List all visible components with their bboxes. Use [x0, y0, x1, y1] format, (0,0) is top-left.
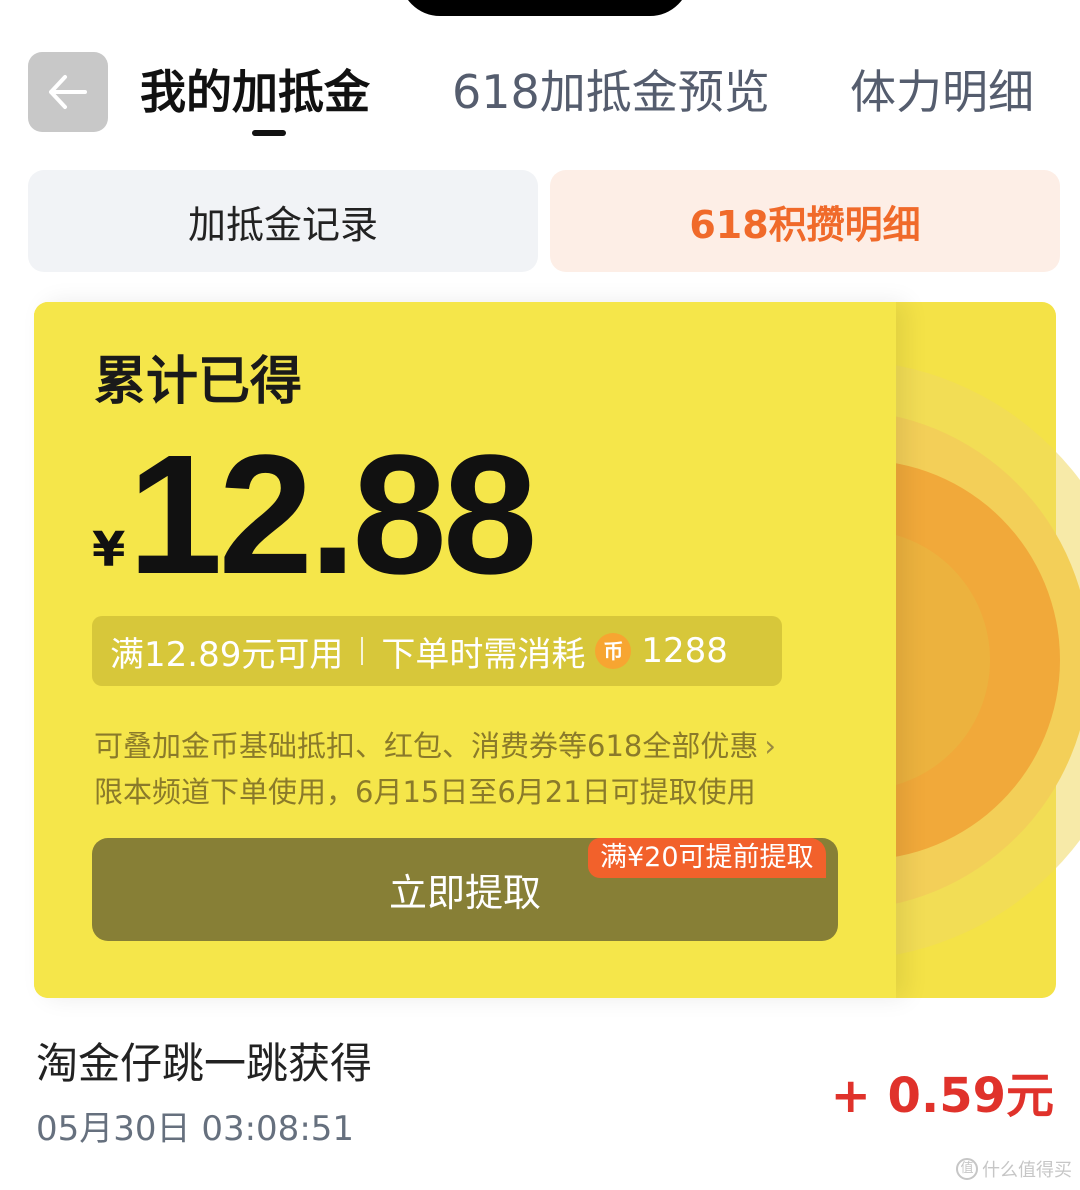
tab-my-credit[interactable]: 我的加抵金 [140, 62, 370, 122]
record-amount: + 0.59元 [830, 1068, 1054, 1124]
early-claim-badge: 满¥20可提前提取 [588, 838, 826, 878]
card-title: 累计已得 [94, 352, 303, 412]
gold-coin-icon: 币 [595, 633, 632, 669]
active-tab-indicator [252, 130, 286, 136]
currency-symbol: ¥ [92, 522, 126, 578]
tab-stamina-detail[interactable]: 体力明细 [850, 62, 1034, 122]
chevron-right-icon: › [764, 729, 776, 763]
usage-period-text: 限本频道下单使用，6月15日至6月21日可提取使用 [94, 775, 756, 809]
segment-credit-records[interactable]: 加抵金记录 [28, 170, 538, 272]
stacking-info-link[interactable]: 可叠加金币基础抵扣、红包、消费券等618全部优惠 › [94, 726, 776, 766]
watermark-logo-icon: 值 [956, 1158, 978, 1180]
stacking-info-text: 可叠加金币基础抵扣、红包、消费券等618全部优惠 [94, 729, 759, 763]
divider [361, 637, 364, 665]
accumulated-amount: 12.88 [128, 420, 537, 610]
segment-618-details[interactable]: 618积攒明细 [550, 170, 1060, 272]
watermark-text: 什么值得买 [982, 1160, 1072, 1181]
back-arrow-icon [49, 75, 87, 109]
back-button[interactable] [28, 52, 108, 132]
record-title: 淘金仔跳一跳获得 [36, 1039, 373, 1088]
usage-threshold: 满12.89元可用 [110, 634, 344, 675]
usage-condition-box: 满12.89元可用 下单时需消耗 币 1288 [92, 616, 782, 686]
consume-label: 下单时需消耗 [381, 634, 586, 675]
tab-618-preview[interactable]: 618加抵金预览 [452, 62, 770, 122]
consume-amount: 1288 [641, 631, 728, 671]
device-notch [400, 0, 690, 16]
record-timestamp: 05月30日 03:08:51 [36, 1109, 355, 1149]
watermark: 值 什么值得买 [956, 1156, 1072, 1182]
